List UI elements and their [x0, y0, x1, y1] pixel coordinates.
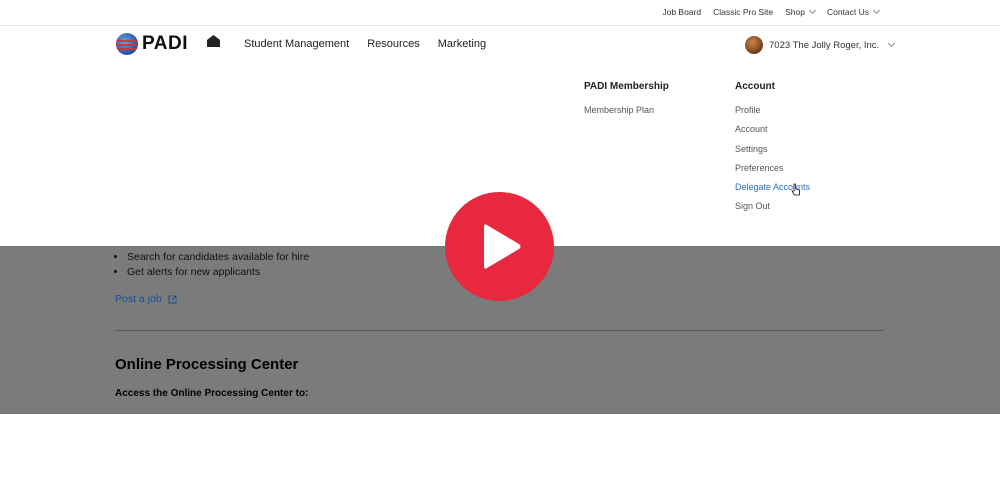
main-nav: Student Management Resources Marketing [207, 35, 486, 50]
feature-list: Search for candidates available for hire… [0, 251, 309, 280]
utility-bar: Job Board Classic Pro Site Shop Contact … [0, 0, 1000, 26]
account-menu[interactable]: 7023 The Jolly Roger, Inc. [745, 36, 896, 54]
util-link-label: Contact Us [826, 7, 869, 17]
play-button[interactable] [445, 192, 554, 301]
dropdown-membership-column: PADI Membership Membership Plan [584, 81, 669, 124]
section-subtitle: Access the Online Processing Center to: [115, 388, 309, 399]
utility-links: Job Board Classic Pro Site Shop Contact … [662, 6, 881, 17]
section-divider [115, 330, 884, 331]
menu-item-account[interactable]: Account [735, 124, 810, 143]
home-icon[interactable] [207, 35, 220, 47]
chevron-down-icon [888, 39, 896, 48]
list-item: Search for candidates available for hire [127, 251, 309, 266]
play-icon [484, 224, 521, 269]
nav-resources[interactable]: Resources [367, 38, 420, 50]
util-link-job-board[interactable]: Job Board [662, 7, 701, 17]
hand-cursor-icon [791, 183, 801, 196]
util-link-shop[interactable]: Shop [785, 6, 816, 17]
nav-student-management[interactable]: Student Management [244, 38, 349, 50]
external-link-icon [168, 295, 177, 303]
util-link-classic-pro-site[interactable]: Classic Pro Site [713, 7, 773, 17]
util-link-label: Shop [785, 7, 805, 17]
dropdown-heading: Account [735, 81, 775, 92]
dropdown-account-column: Account Profile Account Settings Prefere… [735, 81, 810, 221]
menu-item-preferences[interactable]: Preferences [735, 163, 810, 182]
menu-item-profile[interactable]: Profile [735, 105, 810, 124]
util-link-label: Job Board [662, 7, 702, 17]
chevron-down-icon [808, 6, 816, 15]
chevron-down-icon [872, 6, 881, 15]
menu-item-sign-out[interactable]: Sign Out [735, 201, 810, 220]
menu-item-settings[interactable]: Settings [735, 144, 810, 163]
dropdown-heading: PADI Membership [584, 81, 669, 92]
padi-logo[interactable]: PADI [116, 33, 188, 55]
post-job-link[interactable]: Post a job [115, 293, 177, 305]
globe-icon [116, 33, 138, 55]
util-link-label: Classic Pro Site [713, 7, 774, 17]
menu-item-membership-plan[interactable]: Membership Plan [584, 105, 669, 124]
section-title: Online Processing Center [115, 356, 299, 373]
list-item: Get alerts for new applicants [127, 266, 309, 281]
util-link-contact-us[interactable]: Contact Us [826, 6, 881, 17]
nav-marketing[interactable]: Marketing [438, 38, 486, 50]
post-job-label: Post a job [115, 293, 162, 305]
avatar [745, 36, 763, 54]
account-name: 7023 The Jolly Roger, Inc. [769, 39, 880, 51]
logo-text: PADI [142, 33, 188, 54]
